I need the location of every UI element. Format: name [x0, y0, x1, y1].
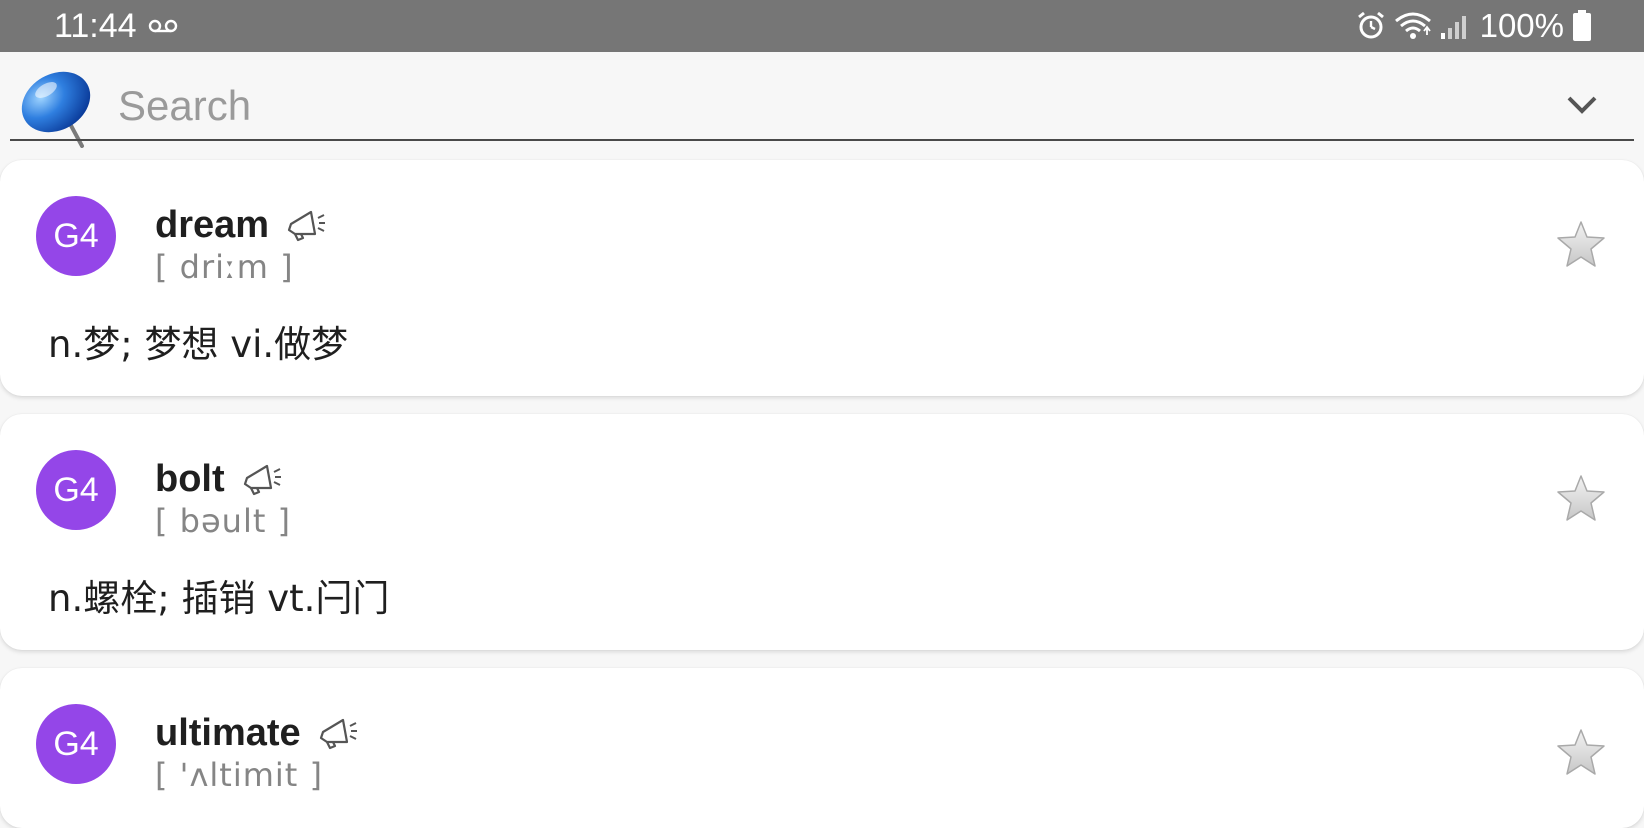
status-time: 11:44: [54, 7, 137, 45]
battery-icon: [1573, 10, 1591, 41]
level-badge: G4: [36, 450, 116, 530]
cell-signal-icon: [1440, 16, 1466, 39]
search-bar: [0, 52, 1644, 156]
speaker-icon[interactable]: [285, 208, 327, 242]
word-title: bolt: [155, 457, 225, 500]
word-row: bolt: [155, 454, 283, 504]
level-badge: G4: [36, 704, 116, 784]
speaker-icon[interactable]: [317, 716, 359, 750]
level-badge: G4: [36, 196, 116, 276]
word-title: dream: [155, 203, 270, 246]
star-icon[interactable]: [1556, 474, 1606, 522]
search-underline: [10, 139, 1634, 141]
word-row: ultimate: [155, 708, 359, 758]
battery-percent: 100%: [1479, 7, 1564, 44]
word-title: ultimate: [155, 711, 301, 754]
voicemail-icon: [148, 19, 178, 33]
phonetic: [ bəult ]: [155, 502, 292, 540]
status-bar: 11:44 100%: [0, 0, 1644, 52]
phonetic: [ 'ʌltimit ]: [155, 756, 323, 794]
meaning: n.螺栓; 插销 vt.闩门: [48, 577, 390, 620]
meaning: n.梦; 梦想 vi.做梦: [48, 323, 349, 366]
pushpin-icon[interactable]: [16, 66, 98, 148]
search-input[interactable]: [118, 76, 1518, 136]
phonetic: [ driːm ]: [155, 248, 294, 286]
word-card[interactable]: G4 dream [ driːm ] n.梦; 梦想 vi.做梦: [0, 160, 1644, 396]
star-icon[interactable]: [1556, 728, 1606, 776]
word-card[interactable]: G4 ultimate [ 'ʌltimit ]: [0, 668, 1644, 828]
chevron-down-icon[interactable]: [1566, 94, 1598, 116]
word-card[interactable]: G4 bolt [ bəult ] n.螺栓; 插销 vt.闩门: [0, 414, 1644, 650]
alarm-icon: [1357, 11, 1384, 39]
star-icon[interactable]: [1556, 220, 1606, 268]
wifi-icon: [1394, 12, 1431, 39]
speaker-icon[interactable]: [241, 462, 283, 496]
word-row: dream: [155, 200, 327, 250]
status-icons: 100%: [1356, 6, 1592, 46]
